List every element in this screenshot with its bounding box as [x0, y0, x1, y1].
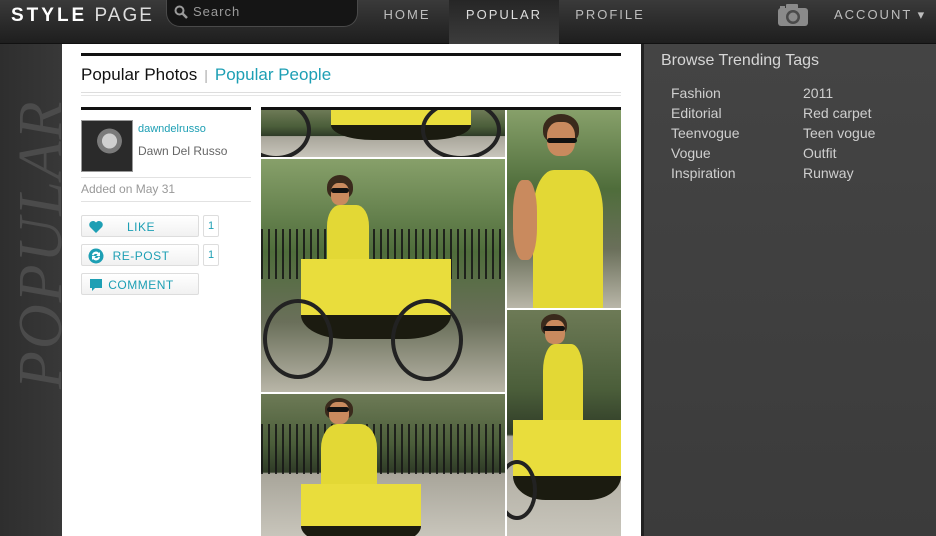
tab-popular-people[interactable]: Popular People	[215, 65, 331, 84]
tab-separator: |	[204, 67, 208, 83]
trending-tag[interactable]: Outfit	[803, 145, 836, 161]
section-label-text: POPULAR	[7, 99, 62, 389]
tab-popular-photos[interactable]: Popular Photos	[81, 65, 197, 84]
repost-button[interactable]: RE-POST	[81, 244, 199, 266]
trending-tag[interactable]: Runway	[803, 165, 854, 181]
nav-profile[interactable]: PROFILE	[565, 0, 655, 44]
divider	[81, 201, 251, 202]
username-link[interactable]: dawndelrusso	[138, 123, 206, 135]
avatar[interactable]	[81, 120, 133, 172]
photo-panel	[507, 310, 621, 536]
trending-tag[interactable]: Teen vogue	[803, 125, 875, 141]
divider	[81, 95, 621, 96]
top-bar: STYLE PAGE HOME POPULAR PROFILE ACCOUNT …	[0, 0, 936, 44]
trending-title: Browse Trending Tags	[661, 52, 820, 69]
photo-panel	[261, 110, 505, 157]
like-count: 1	[203, 215, 219, 237]
trending-tag[interactable]: Fashion	[671, 85, 721, 101]
section-label: POPULAR	[0, 44, 62, 404]
photo-panel	[261, 159, 505, 392]
photo-panel	[507, 110, 621, 308]
trending-tag[interactable]: Vogue	[671, 145, 711, 161]
trending-panel: Browse Trending Tags Fashion Editorial Tee…	[641, 44, 936, 536]
main-content: Popular Photos | Popular People dawndelrus…	[62, 44, 641, 536]
account-menu[interactable]: ACCOUNT ▾	[834, 0, 926, 30]
like-label: LIKE	[126, 220, 155, 234]
divider	[81, 107, 251, 110]
divider	[81, 177, 251, 178]
search-box[interactable]	[166, 0, 358, 27]
comment-label: COMMENT	[108, 278, 174, 292]
trending-tag[interactable]: 2011	[803, 85, 833, 101]
logo-bold: STYLE	[11, 5, 88, 26]
like-button[interactable]: LIKE	[81, 215, 199, 237]
divider	[81, 92, 621, 93]
search-input[interactable]	[193, 4, 353, 19]
repost-label: RE-POST	[112, 249, 170, 263]
trending-tag[interactable]: Teenvogue	[671, 125, 740, 141]
search-icon[interactable]	[174, 5, 188, 19]
tabs: Popular Photos | Popular People	[81, 65, 331, 85]
trending-tag[interactable]: Inspiration	[671, 165, 736, 181]
logo-light: PAGE	[94, 5, 154, 26]
user-fullname: Dawn Del Russo	[138, 144, 228, 158]
repost-count: 1	[203, 244, 219, 266]
added-date: Added on May 31	[81, 182, 176, 196]
trending-tag[interactable]: Red carpet	[803, 105, 871, 121]
comment-button[interactable]: COMMENT	[81, 273, 199, 295]
photo-panel	[261, 394, 505, 536]
camera-icon[interactable]	[777, 3, 809, 27]
logo[interactable]: STYLE PAGE	[11, 5, 154, 27]
nav-home[interactable]: HOME	[366, 0, 448, 44]
trending-tag[interactable]: Editorial	[671, 105, 722, 121]
nav-popular[interactable]: POPULAR	[449, 0, 559, 44]
divider	[81, 53, 621, 56]
post-photo[interactable]	[261, 110, 621, 536]
